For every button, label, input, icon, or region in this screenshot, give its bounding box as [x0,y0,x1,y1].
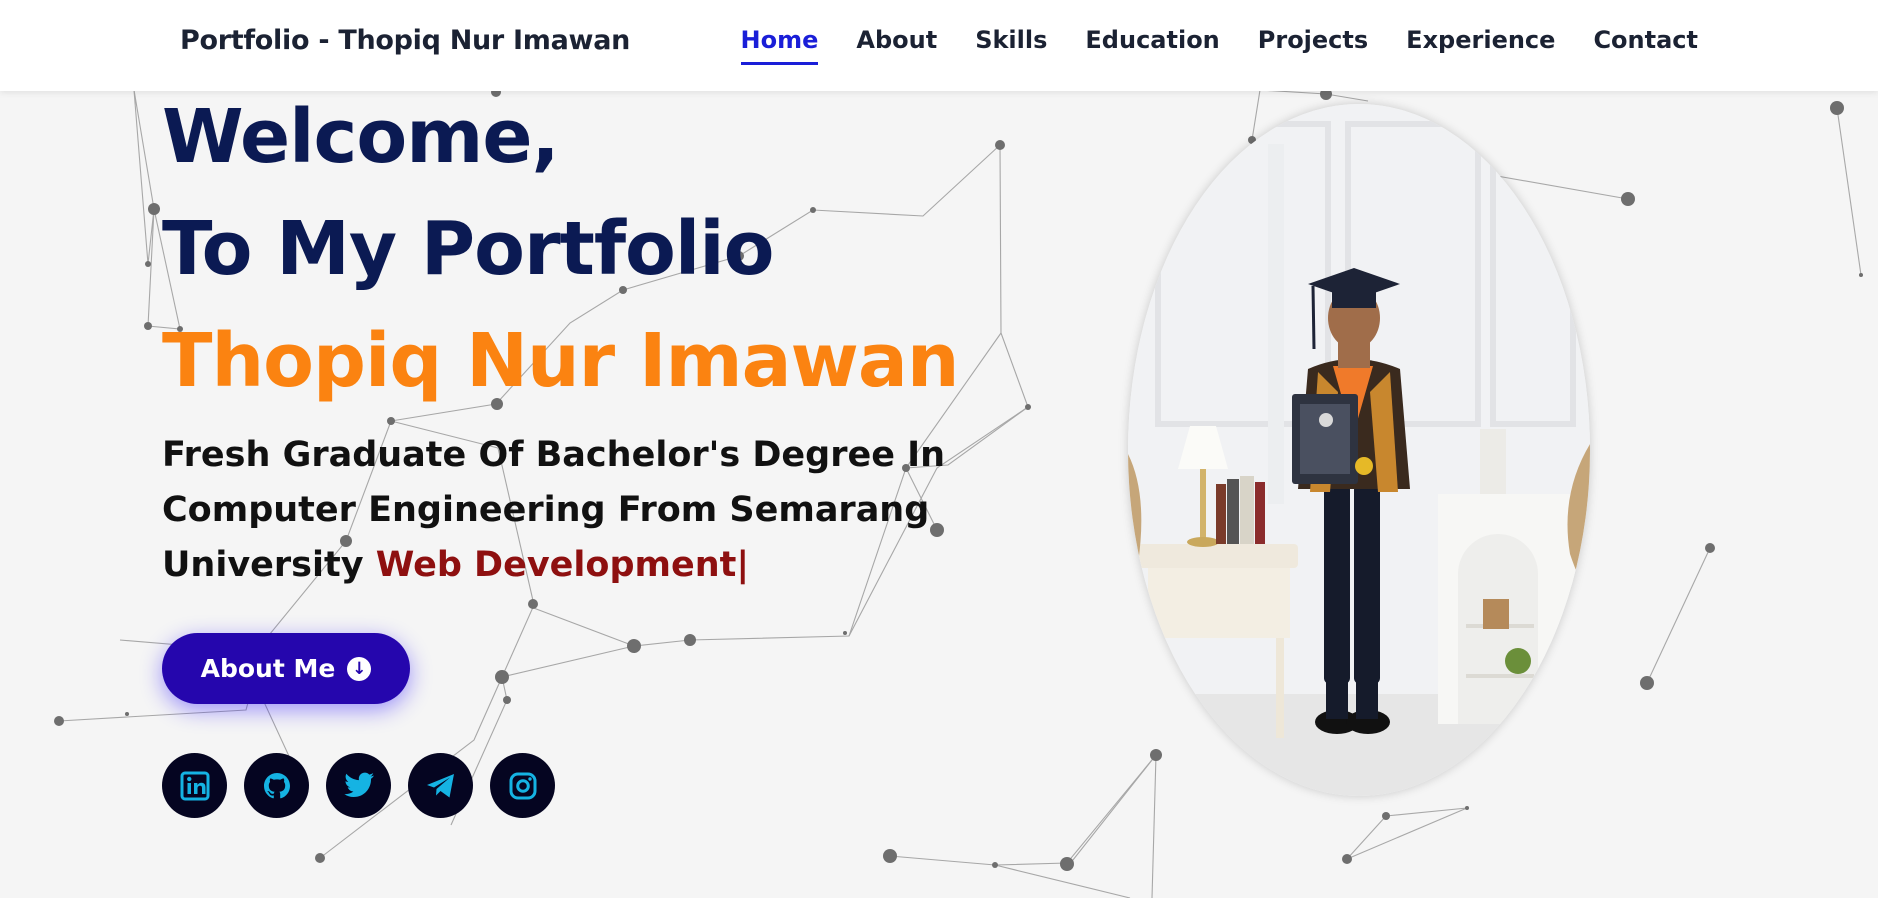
linkedin-link[interactable] [162,753,227,818]
nav-link-projects[interactable]: Projects [1258,26,1368,65]
profile-photo-illustration [1128,104,1590,796]
nav-menu: Home About Skills Education Projects Exp… [740,26,1698,65]
nav-link-skills[interactable]: Skills [975,26,1047,65]
about-me-button[interactable]: About Me ↓ [162,633,410,704]
typing-cursor: | [736,545,750,585]
arrow-down-circle-icon: ↓ [347,656,372,681]
profile-photo [1128,104,1590,796]
instagram-icon [509,772,536,799]
hero-welcome-heading: Welcome, [162,94,560,180]
social-links [162,753,555,818]
twitter-icon [343,772,374,797]
nav-link-home[interactable]: Home [740,26,819,65]
instagram-link[interactable] [490,753,555,818]
brand-title[interactable]: Portfolio - Thopiq Nur Imawan [180,25,630,56]
nav-link-experience[interactable]: Experience [1406,26,1555,65]
telegram-icon [426,773,454,797]
telegram-link[interactable] [408,753,473,818]
hero-portfolio-heading: To My Portfolio [162,206,774,292]
hero-section: Welcome, To My Portfolio Thopiq Nur Imaw… [162,90,959,593]
nav-link-contact[interactable]: Contact [1593,26,1698,65]
nav-link-about[interactable]: About [856,26,937,65]
about-me-label: About Me [200,654,336,683]
github-icon [263,772,290,798]
hero-name: Thopiq Nur Imawan [162,318,959,404]
github-link[interactable] [244,753,309,818]
twitter-link[interactable] [326,753,391,818]
typed-role-text: Web Development [375,545,737,585]
linkedin-icon [180,771,209,800]
hero-subtitle: Fresh Graduate Of Bachelor's Degree In C… [162,428,952,593]
nav-link-education[interactable]: Education [1085,26,1219,65]
top-navbar: Portfolio - Thopiq Nur Imawan Home About… [0,0,1878,91]
